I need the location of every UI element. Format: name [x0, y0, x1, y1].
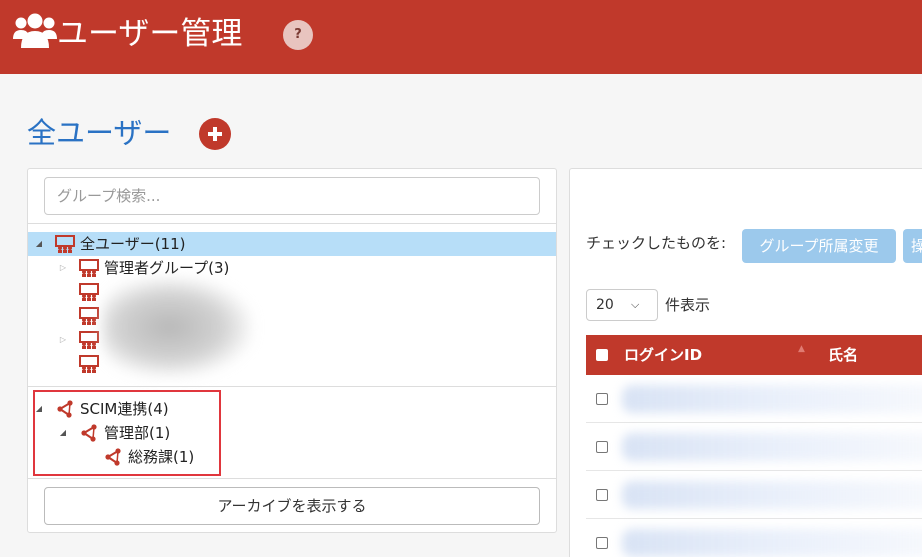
- page-title: 全ユーザー: [27, 116, 172, 150]
- highlight-box: [33, 390, 221, 476]
- tree-item-all-users[interactable]: ◢ 全ユーザー(11): [28, 232, 556, 256]
- table-row[interactable]: [586, 423, 922, 471]
- column-header-name[interactable]: 氏名: [828, 335, 858, 375]
- row-checkbox[interactable]: [596, 441, 608, 453]
- divider: [28, 386, 556, 387]
- group-icon: [79, 331, 99, 349]
- row-checkbox[interactable]: [596, 489, 608, 501]
- chevron-down-icon: ⌵: [631, 298, 640, 311]
- group-icon: [55, 235, 75, 253]
- per-page-select[interactable]: 20 ⌵: [586, 289, 658, 321]
- sort-up-icon[interactable]: ▲: [798, 335, 805, 363]
- user-list-panel: チェックしたものを: グループ所属変更 操 20 ⌵ 件表示 ログインID ▲ …: [569, 168, 922, 557]
- group-icon: [79, 307, 99, 325]
- group-icon: [79, 259, 99, 277]
- per-page-value: 20: [596, 297, 614, 313]
- group-icon: [79, 283, 99, 301]
- table-header: ログインID ▲ 氏名: [586, 335, 922, 375]
- group-icon: [79, 355, 99, 373]
- blurred-row-content: [622, 385, 922, 413]
- app-header: ユーザー管理 ?: [0, 0, 922, 74]
- collapsed-triangle-icon[interactable]: ▷: [56, 328, 70, 352]
- tree-item-label: 全ユーザー(11): [80, 235, 186, 253]
- select-all-checkbox[interactable]: [596, 349, 608, 361]
- change-group-button[interactable]: グループ所属変更: [742, 229, 896, 263]
- divider: [28, 223, 556, 224]
- row-checkbox[interactable]: [596, 393, 608, 405]
- show-archive-button[interactable]: アーカイブを表示する: [44, 487, 540, 525]
- tree-item-admin-group[interactable]: ▷ 管理者グループ(3): [28, 256, 556, 280]
- help-icon[interactable]: ?: [283, 20, 313, 50]
- per-page-label: 件表示: [665, 296, 711, 314]
- blurred-row-content: [622, 433, 922, 461]
- group-panel: ◢ 全ユーザー(11) ▷ 管理者グループ(3) ▷: [27, 168, 557, 533]
- table-row[interactable]: [586, 375, 922, 423]
- blurred-group-names: [102, 277, 252, 377]
- blurred-row-content: [622, 529, 922, 557]
- table-row[interactable]: [586, 519, 922, 557]
- bulk-action-button[interactable]: 操: [903, 229, 922, 263]
- column-header-login-id[interactable]: ログインID: [624, 335, 702, 375]
- group-search-input[interactable]: [44, 177, 540, 215]
- add-user-button[interactable]: [199, 118, 231, 150]
- table-row[interactable]: [586, 471, 922, 519]
- blurred-row-content: [622, 481, 922, 509]
- row-checkbox[interactable]: [596, 537, 608, 549]
- divider: [28, 478, 556, 479]
- expanded-triangle-icon[interactable]: ◢: [32, 232, 46, 256]
- bulk-action-label: チェックしたものを:: [586, 234, 727, 252]
- collapsed-triangle-icon[interactable]: ▷: [56, 256, 70, 280]
- page-header-title: ユーザー管理: [57, 16, 243, 52]
- users-icon: [13, 13, 57, 48]
